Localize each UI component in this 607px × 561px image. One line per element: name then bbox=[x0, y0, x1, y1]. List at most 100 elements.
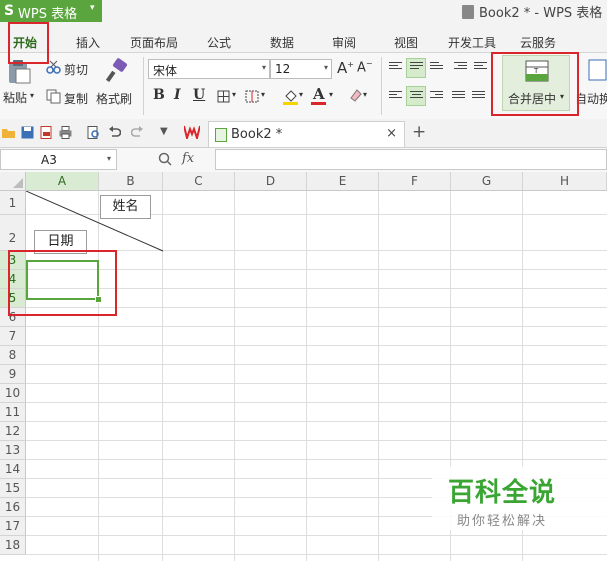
gridline bbox=[234, 191, 235, 561]
column-header-f[interactable]: F bbox=[379, 172, 451, 191]
column-header-h[interactable]: H bbox=[523, 172, 607, 191]
chevron-down-icon[interactable]: ▾ bbox=[232, 90, 236, 99]
chevron-down-icon: ▾ bbox=[261, 63, 266, 72]
gridline bbox=[26, 440, 607, 441]
copy-icon bbox=[46, 89, 61, 104]
paste-dropdown-icon[interactable]: ▾ bbox=[30, 91, 34, 100]
new-tab-button[interactable]: + bbox=[412, 122, 426, 142]
justify-icon[interactable] bbox=[452, 91, 465, 102]
insert-function-button[interactable]: fx bbox=[182, 151, 194, 166]
spreadsheet-file-icon bbox=[215, 128, 227, 142]
column-header-b[interactable]: B bbox=[99, 172, 163, 191]
tab-insert[interactable]: 插入 bbox=[76, 34, 100, 51]
tab-view[interactable]: 视图 bbox=[394, 34, 418, 51]
tab-formulas[interactable]: 公式 bbox=[207, 34, 231, 51]
row-header-8[interactable]: 8 bbox=[0, 346, 26, 365]
font-color-icon[interactable]: A bbox=[313, 85, 325, 103]
borders-icon[interactable] bbox=[217, 90, 230, 103]
ribbon-separator bbox=[143, 57, 144, 115]
font-size-select[interactable]: 12 ▾ bbox=[270, 59, 332, 79]
gridline bbox=[26, 554, 607, 555]
copy-button[interactable]: 复制 bbox=[64, 90, 88, 107]
row-header-15[interactable]: 15 bbox=[0, 479, 26, 498]
document-tab-label: Book2 * bbox=[231, 127, 283, 142]
tab-page-layout[interactable]: 页面布局 bbox=[130, 34, 178, 51]
menu-tabs: 开始 插入 页面布局 公式 数据 审阅 视图 开发工具 云服务 bbox=[0, 22, 607, 53]
row-header-12[interactable]: 12 bbox=[0, 422, 26, 441]
gridline bbox=[26, 364, 607, 365]
align-bottom-icon[interactable] bbox=[430, 62, 443, 73]
chevron-down-icon[interactable]: ▾ bbox=[261, 90, 265, 99]
tab-developer[interactable]: 开发工具 bbox=[448, 34, 496, 51]
undo-icon[interactable] bbox=[108, 126, 121, 139]
row-header-9[interactable]: 9 bbox=[0, 365, 26, 384]
row-header-18[interactable]: 18 bbox=[0, 536, 26, 555]
row-header-16[interactable]: 16 bbox=[0, 498, 26, 517]
tab-review[interactable]: 审阅 bbox=[332, 34, 356, 51]
chevron-down-icon: ▾ bbox=[106, 154, 111, 163]
distributed-align-icon[interactable] bbox=[472, 91, 485, 102]
zoom-search-icon[interactable] bbox=[158, 152, 172, 166]
align-left-icon[interactable] bbox=[389, 91, 402, 102]
column-header-d[interactable]: D bbox=[235, 172, 307, 191]
name-textbox[interactable]: 姓名 bbox=[100, 195, 151, 219]
row-header-17[interactable]: 17 bbox=[0, 517, 26, 536]
tab-cloud-services[interactable]: 云服务 bbox=[520, 34, 556, 51]
row-header-10[interactable]: 10 bbox=[0, 384, 26, 403]
align-top-icon[interactable] bbox=[389, 62, 402, 73]
italic-button[interactable]: I bbox=[174, 87, 181, 103]
highlight-home-tab bbox=[8, 22, 49, 64]
merge-borders-icon[interactable] bbox=[245, 90, 259, 103]
column-header-e[interactable]: E bbox=[307, 172, 379, 191]
row-header-2[interactable]: 2 bbox=[0, 215, 26, 251]
bold-button[interactable]: B bbox=[153, 87, 165, 103]
column-header-c[interactable]: C bbox=[163, 172, 235, 191]
font-name-select[interactable]: 宋体 ▾ bbox=[148, 59, 270, 79]
document-tab[interactable]: Book2 * × bbox=[208, 121, 405, 147]
chevron-down-icon[interactable]: ▾ bbox=[363, 90, 367, 99]
row-header-1[interactable]: 1 bbox=[0, 191, 26, 215]
gridline bbox=[306, 191, 307, 561]
ribbon-separator bbox=[381, 57, 382, 115]
clear-format-icon[interactable] bbox=[349, 88, 363, 103]
column-header-a[interactable]: A bbox=[26, 172, 99, 191]
highlight-merge-center bbox=[491, 52, 579, 116]
decrease-font-size-icon[interactable]: A− bbox=[357, 59, 373, 75]
redo-icon[interactable] bbox=[131, 126, 144, 139]
save-icon[interactable] bbox=[21, 126, 34, 139]
column-header-g[interactable]: G bbox=[451, 172, 523, 191]
name-box[interactable]: A3 ▾ bbox=[0, 149, 117, 170]
fill-color-icon[interactable] bbox=[283, 88, 298, 105]
wrap-text-button[interactable]: 自动换 bbox=[575, 90, 607, 107]
paste-button[interactable]: 粘贴 bbox=[3, 89, 27, 106]
print-icon[interactable] bbox=[59, 126, 72, 139]
wps-w-logo-icon[interactable] bbox=[184, 125, 200, 139]
row-header-14[interactable]: 14 bbox=[0, 460, 26, 479]
increase-indent-icon[interactable] bbox=[474, 62, 487, 73]
chevron-down-icon[interactable]: ▾ bbox=[299, 90, 303, 99]
format-painter-button[interactable]: 格式刷 bbox=[96, 90, 132, 107]
customize-toolbar-icon[interactable]: ▼ bbox=[160, 126, 168, 137]
formula-input[interactable] bbox=[215, 149, 607, 170]
chevron-down-icon[interactable]: ▾ bbox=[329, 90, 333, 99]
chevron-down-icon: ▾ bbox=[90, 3, 95, 13]
watermark: 百科全说 助你轻松解决 bbox=[432, 466, 607, 530]
font-color-swatch bbox=[311, 102, 326, 105]
print-preview-icon[interactable] bbox=[87, 126, 100, 139]
export-pdf-icon[interactable] bbox=[40, 126, 53, 139]
tab-data[interactable]: 数据 bbox=[270, 34, 294, 51]
row-header-11[interactable]: 11 bbox=[0, 403, 26, 422]
select-all-corner[interactable] bbox=[0, 172, 26, 191]
cut-button[interactable]: 剪切 bbox=[64, 61, 88, 78]
align-right-icon[interactable] bbox=[430, 91, 443, 102]
open-folder-icon[interactable] bbox=[2, 126, 15, 139]
gridline bbox=[26, 383, 607, 384]
close-icon[interactable]: × bbox=[386, 126, 397, 141]
app-menu-button[interactable]: S WPS 表格 ▾ bbox=[0, 0, 102, 22]
underline-button[interactable]: U bbox=[193, 87, 205, 103]
wrap-text-icon[interactable] bbox=[588, 59, 607, 81]
row-header-13[interactable]: 13 bbox=[0, 441, 26, 460]
decrease-indent-icon[interactable] bbox=[454, 62, 467, 73]
row-header-7[interactable]: 7 bbox=[0, 327, 26, 346]
increase-font-size-icon[interactable]: A+ bbox=[337, 59, 354, 77]
